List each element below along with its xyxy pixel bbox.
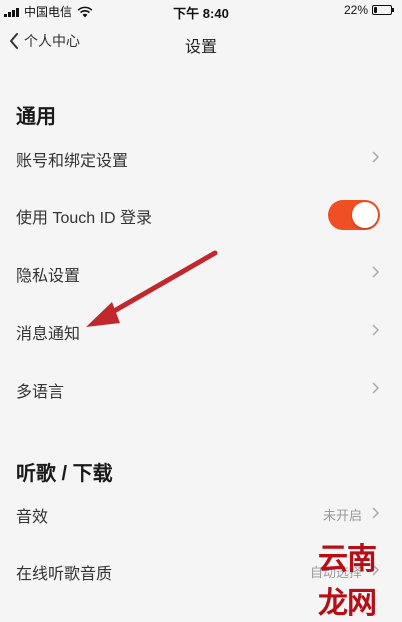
page-title: 设置 [184,39,217,56]
row-label: 在线听歌音质 [16,566,113,583]
chevron-right-icon [372,151,380,163]
status-bar: 中国电信 下午 8:40 22% [0,0,402,22]
row-language[interactable]: 多语言 [0,361,402,417]
watermark-logo: 云南龙网 [318,530,402,620]
row-label: 账号和绑定设置 [16,153,129,170]
chevron-right-icon [372,507,380,519]
chevron-right-icon [372,324,380,336]
toggle-knob [352,202,378,228]
battery-percent: 22% [343,3,368,17]
watermark-text: 云南龙网 [318,543,377,620]
section-title-listen-download: 听歌 / 下载 [16,463,113,485]
row-label: 隐私设置 [16,268,81,285]
row-value: 未开启 [322,508,362,523]
status-time: 下午 8:40 [173,6,229,21]
row-label: 音效 [16,509,49,526]
battery-icon [372,5,394,15]
chevron-right-icon [372,382,380,394]
nav-bar: 个人中心 设置 [0,22,402,64]
row-account-binding[interactable]: 账号和绑定设置 [0,130,402,186]
section-title-general: 通用 [16,106,56,128]
chevron-right-icon [372,266,380,278]
status-right: 22% [343,3,394,17]
row-label: 多语言 [16,384,65,401]
row-label: 使用 Touch ID 登录 [16,210,153,227]
row-notifications[interactable]: 消息通知 [0,303,402,359]
row-privacy[interactable]: 隐私设置 [0,245,402,301]
row-touch-id: 使用 Touch ID 登录 [0,187,402,243]
touch-id-toggle[interactable] [328,200,380,230]
row-label: 消息通知 [16,326,81,343]
